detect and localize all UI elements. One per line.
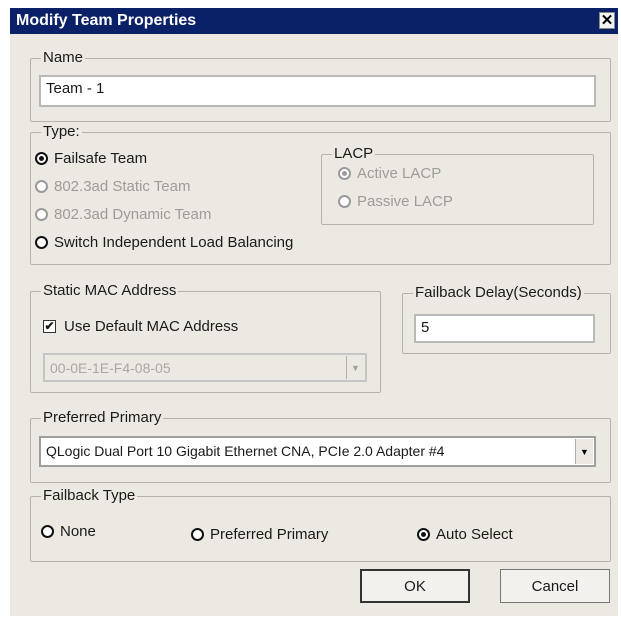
radio-label: Passive LACP xyxy=(357,193,453,210)
name-group: Name Team - 1 xyxy=(30,49,611,122)
radio-button-icon[interactable] xyxy=(35,152,48,165)
radio-label: Active LACP xyxy=(357,165,442,182)
radio-button-icon[interactable] xyxy=(338,167,351,180)
check-mark-icon[interactable]: ✔ xyxy=(43,320,56,333)
failback-delay-group: Failback Delay(Seconds) 5 xyxy=(402,284,611,354)
preferred-primary-dropdown[interactable]: QLogic Dual Port 10 Gigabit Ethernet CNA… xyxy=(39,436,596,467)
team-name-input[interactable]: Team - 1 xyxy=(39,75,596,107)
failback-delay-label: Failback Delay(Seconds) xyxy=(413,284,584,301)
static-mac-group-label: Static MAC Address xyxy=(41,282,179,299)
radio-failsafe-team[interactable]: Failsafe Team xyxy=(35,150,147,167)
radio-button-icon[interactable] xyxy=(41,525,54,538)
failback-delay-input[interactable]: 5 xyxy=(414,314,595,343)
radio-button-icon[interactable] xyxy=(35,208,48,221)
mac-address-value: 00-0E-1E-F4-08-05 xyxy=(50,360,171,376)
radio-failback-auto-select[interactable]: Auto Select xyxy=(417,526,513,543)
static-mac-group: Static MAC Address ✔ Use Default MAC Add… xyxy=(30,282,381,393)
preferred-primary-value: QLogic Dual Port 10 Gigabit Ethernet CNA… xyxy=(46,443,445,459)
ok-button[interactable]: OK xyxy=(360,569,470,603)
radio-label: Failsafe Team xyxy=(54,150,148,167)
failback-type-group: Failback Type None Preferred Primary Aut… xyxy=(30,487,611,562)
radio-switch-independent-load-balancing[interactable]: Switch Independent Load Balancing xyxy=(35,234,293,251)
window-title: Modify Team Properties xyxy=(16,12,197,29)
preferred-primary-label: Preferred Primary xyxy=(41,409,164,426)
failback-type-label: Failback Type xyxy=(41,487,138,504)
radio-label: 802.3ad Dynamic Team xyxy=(54,206,212,223)
radio-label: None xyxy=(60,523,96,540)
radio-button-icon[interactable] xyxy=(338,195,351,208)
radio-button-icon[interactable] xyxy=(35,236,48,249)
radio-label: Auto Select xyxy=(436,526,513,543)
close-icon[interactable]: ✕ xyxy=(599,12,615,29)
radio-failback-preferred-primary[interactable]: Preferred Primary xyxy=(191,526,328,543)
radio-802-3ad-dynamic-team[interactable]: 802.3ad Dynamic Team xyxy=(35,206,211,223)
type-group-label: Type: xyxy=(41,123,82,140)
radio-failback-none[interactable]: None xyxy=(41,523,96,540)
lacp-group: LACP Active LACP Passive LACP xyxy=(321,145,594,225)
name-group-label: Name xyxy=(41,49,86,66)
radio-button-icon[interactable] xyxy=(417,528,430,541)
use-default-mac-checkbox[interactable]: ✔ Use Default MAC Address xyxy=(43,318,238,335)
title-bar[interactable]: Modify Team Properties ✕ xyxy=(10,8,618,34)
checkbox-label: Use Default MAC Address xyxy=(64,318,239,335)
radio-label: 802.3ad Static Team xyxy=(54,178,191,195)
dropdown-arrow-icon[interactable]: ▼ xyxy=(575,439,593,464)
radio-button-icon[interactable] xyxy=(191,528,204,541)
type-group: Type: Failsafe Team 802.3ad Static Team … xyxy=(30,123,611,265)
modify-team-dialog: Modify Team Properties ✕ Name Team - 1 T… xyxy=(10,8,618,616)
dropdown-arrow-icon[interactable]: ▼ xyxy=(346,356,364,379)
lacp-group-label: LACP xyxy=(332,145,376,162)
radio-label: Preferred Primary xyxy=(210,526,329,543)
radio-label: Switch Independent Load Balancing xyxy=(54,234,294,251)
cancel-button[interactable]: Cancel xyxy=(500,569,610,603)
radio-passive-lacp[interactable]: Passive LACP xyxy=(338,193,453,210)
preferred-primary-group: Preferred Primary QLogic Dual Port 10 Gi… xyxy=(30,409,611,483)
radio-active-lacp[interactable]: Active LACP xyxy=(338,165,441,182)
radio-802-3ad-static-team[interactable]: 802.3ad Static Team xyxy=(35,178,190,195)
mac-address-dropdown[interactable]: 00-0E-1E-F4-08-05 ▼ xyxy=(43,353,367,382)
radio-button-icon[interactable] xyxy=(35,180,48,193)
